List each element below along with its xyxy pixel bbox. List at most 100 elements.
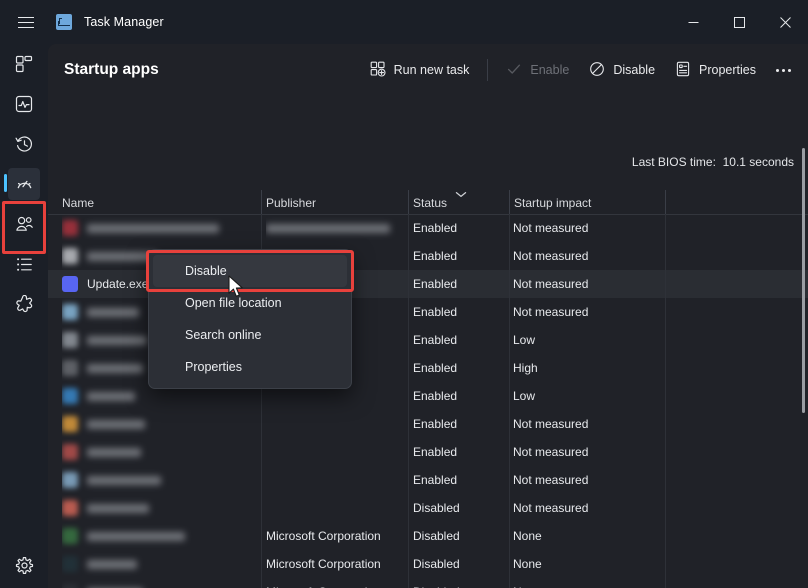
cell-status: Enabled [413,382,508,410]
publisher-label: Microsoft Corporation [266,529,381,543]
sidebar-item-performance[interactable] [8,88,40,120]
column-header-publisher-label: Publisher [266,197,316,209]
redacted-app-name [87,224,219,233]
app-history-icon [15,135,34,154]
task-manager-window: Task Manager [0,0,808,588]
publisher-label: Microsoft Corporation [266,557,381,571]
app-icon [62,248,78,264]
redacted-app-name [87,420,145,429]
sidebar-item-startup-apps[interactable] [8,168,40,200]
enable-button[interactable]: Enable [496,54,579,86]
minimize-icon[interactable] [670,0,716,44]
cell-name [62,494,262,522]
column-header-status-label: Status [413,197,447,209]
table-row[interactable]: EnabledNot measured [48,214,808,242]
table-row[interactable]: EnabledNot measured [48,466,808,494]
redacted-app-name [87,336,147,345]
cell-publisher [266,214,406,242]
app-icon [62,220,78,236]
disable-button[interactable]: Disable [579,54,665,86]
title-bar: Task Manager [0,0,808,44]
sidebar-item-details[interactable] [8,248,40,280]
app-icon [62,528,78,544]
sidebar-item-processes[interactable] [8,48,40,80]
toolbar: Run new task Enable [360,44,800,96]
context-menu[interactable]: Disable Open file location Search online Pr… [148,249,352,389]
table-header-row: Name Publisher Status S [48,184,808,215]
table-row[interactable]: EnabledNot measured [48,438,808,466]
column-header-startup-impact[interactable]: Startup impact [514,184,664,214]
more-options-icon[interactable] [766,54,800,86]
cell-name [62,214,262,242]
cell-status: Enabled [413,242,508,270]
redacted-app-name [87,532,185,541]
hamburger-line [18,17,34,18]
context-menu-item-properties[interactable]: Properties [153,351,347,383]
table-row[interactable]: EnabledNot measured [48,410,808,438]
context-menu-item-disable[interactable]: Disable [153,255,347,287]
table-row[interactable]: DisabledNot measured [48,494,808,522]
column-header-name-label: Name [62,197,94,209]
sidebar-item-app-history[interactable] [8,128,40,160]
app-icon [62,388,78,404]
hamburger-menu-icon[interactable] [4,0,48,44]
enable-label: Enable [530,63,569,77]
header-divider [408,190,409,214]
cell-startup-impact: None [513,522,663,550]
scrollbar-thumb[interactable] [802,148,805,413]
redacted-app-name [87,560,137,569]
cell-status: Disabled [413,550,508,578]
context-menu-item-label: Disable [185,264,227,278]
sidebar-item-settings[interactable] [8,549,40,581]
cell-startup-impact: Low [513,382,663,410]
toolbar-separator [487,59,488,81]
table-row[interactable]: Microsoft CorporationDisabledNone [48,550,808,578]
context-menu-item-open-file-location[interactable]: Open file location [153,287,347,319]
context-menu-item-search-online[interactable]: Search online [153,319,347,351]
startup-apps-icon [15,175,34,194]
cell-publisher [266,466,406,494]
cell-startup-impact: Not measured [513,298,663,326]
properties-button[interactable]: Properties [665,54,766,86]
app-icon [62,332,78,348]
page-header: Startup apps Run new task [48,44,808,96]
context-menu-item-label: Open file location [185,296,282,310]
column-header-publisher[interactable]: Publisher [266,184,406,214]
sidebar-item-services[interactable] [8,288,40,320]
column-header-startup-impact-label: Startup impact [514,197,591,209]
app-icon [62,472,78,488]
cell-status: Enabled [413,354,508,382]
hamburger-line [18,27,34,28]
context-menu-item-label: Properties [185,360,242,374]
cell-name [62,578,262,588]
task-manager-icon [56,14,72,30]
table-row[interactable]: Microsoft CorporationDisabledNone [48,578,808,588]
cell-startup-impact: Not measured [513,214,663,242]
properties-icon [675,61,691,80]
cell-publisher: Microsoft Corporation [266,550,406,578]
users-icon [15,215,34,234]
dot [788,69,791,72]
table-row[interactable]: Microsoft CorporationDisabledNone [48,522,808,550]
page-title: Startup apps [64,61,159,79]
run-new-task-button[interactable]: Run new task [360,54,480,86]
dot [776,69,779,72]
maximize-icon[interactable] [716,0,762,44]
cell-status: Enabled [413,326,508,354]
settings-gear-icon [15,556,34,575]
checkmark-icon [506,61,522,80]
sidebar-item-users[interactable] [8,208,40,240]
close-icon[interactable] [762,0,808,44]
header-divider [261,190,262,214]
processes-icon [15,55,33,73]
column-header-name[interactable]: Name [62,184,252,214]
vertical-scrollbar[interactable] [802,148,805,570]
properties-label: Properties [699,63,756,77]
details-icon [15,255,34,274]
cell-startup-impact: Not measured [513,438,663,466]
app-icon [62,444,78,460]
column-header-status[interactable]: Status [413,184,508,214]
cell-status: Enabled [413,270,508,298]
run-new-task-label: Run new task [394,63,470,77]
cell-startup-impact: Not measured [513,242,663,270]
